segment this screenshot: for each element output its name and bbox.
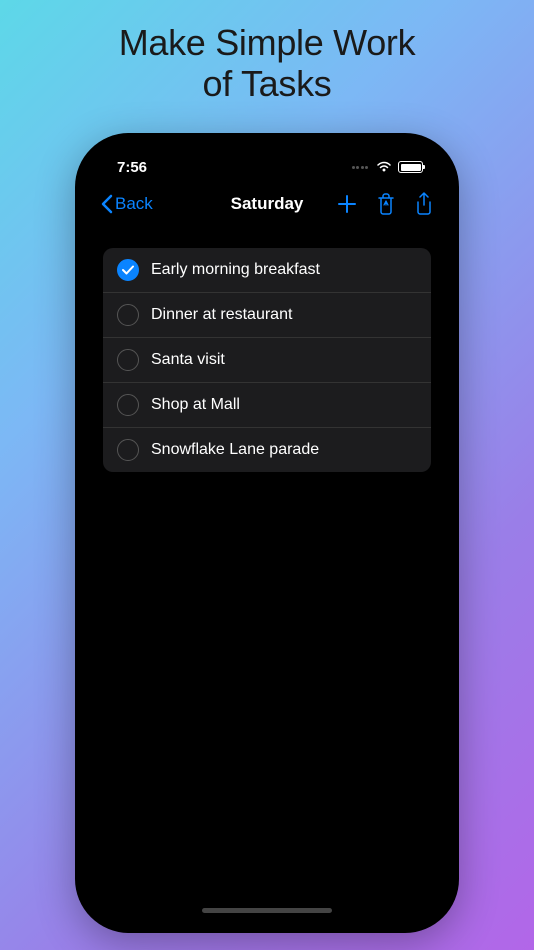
task-item[interactable]: Dinner at restaurant (103, 293, 431, 338)
trash-icon (377, 193, 395, 215)
back-label: Back (115, 194, 153, 214)
wifi-icon (376, 161, 392, 173)
task-label: Snowflake Lane parade (151, 441, 319, 459)
task-label: Early morning breakfast (151, 261, 320, 279)
task-label: Dinner at restaurant (151, 306, 292, 324)
checkmark-icon (122, 265, 134, 275)
add-button[interactable] (337, 194, 357, 214)
task-item[interactable]: Early morning breakfast (103, 248, 431, 293)
task-label: Santa visit (151, 351, 225, 369)
task-checkbox[interactable] (117, 304, 139, 326)
status-bar: 7:56 (87, 145, 447, 182)
task-checkbox[interactable] (117, 439, 139, 461)
marketing-headline: Make Simple Work of Tasks (119, 22, 416, 105)
task-checkbox[interactable] (117, 349, 139, 371)
headline-line-1: Make Simple Work (119, 22, 416, 63)
home-indicator[interactable] (202, 908, 332, 913)
task-item[interactable]: Santa visit (103, 338, 431, 383)
nav-actions (337, 192, 433, 216)
task-checkbox[interactable] (117, 394, 139, 416)
navigation-bar: Back Saturday (87, 182, 447, 226)
task-checkbox[interactable] (117, 259, 139, 281)
back-button[interactable]: Back (101, 194, 153, 214)
task-label: Shop at Mall (151, 396, 240, 414)
phone-frame: 7:56 (75, 133, 459, 933)
task-item[interactable]: Snowflake Lane parade (103, 428, 431, 472)
task-item[interactable]: Shop at Mall (103, 383, 431, 428)
battery-icon (398, 161, 423, 173)
status-time: 7:56 (117, 159, 147, 176)
phone-screen: 7:56 (87, 145, 447, 921)
task-list: Early morning breakfast Dinner at restaur… (103, 248, 431, 472)
chevron-left-icon (101, 194, 113, 214)
page-title: Saturday (231, 194, 304, 214)
share-button[interactable] (415, 192, 433, 216)
plus-icon (337, 194, 357, 214)
headline-line-2: of Tasks (119, 63, 416, 104)
delete-button[interactable] (377, 193, 395, 215)
status-indicators (352, 161, 424, 173)
cellular-dots-icon (352, 166, 369, 169)
share-icon (415, 192, 433, 216)
